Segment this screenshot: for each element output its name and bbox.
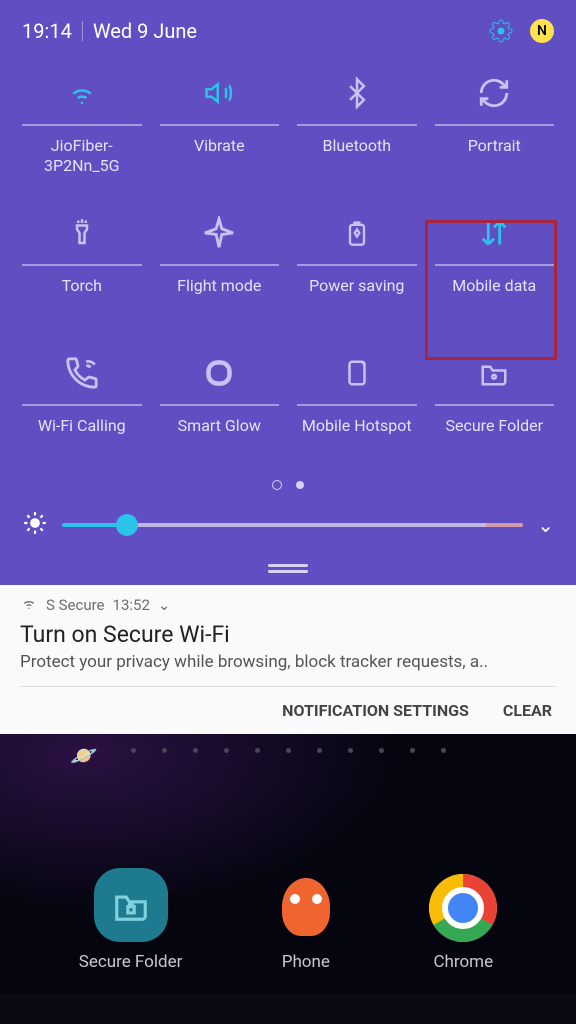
app-phone[interactable]: Phone — [276, 870, 336, 972]
tile-power-saving[interactable]: Power saving — [297, 212, 417, 316]
tile-label: JioFiber-3P2Nn_5G — [22, 136, 142, 176]
tile-smart-glow[interactable]: Smart Glow — [160, 352, 280, 456]
quick-tiles-grid: JioFiber-3P2Nn_5G Vibrate Bluetooth Port… — [22, 72, 554, 456]
settings-gear-icon[interactable] — [488, 18, 514, 44]
status-bar: 19:14 Wed 9 June N — [22, 18, 554, 44]
wifi-small-icon — [20, 595, 38, 615]
secure-folder-app-icon — [94, 868, 168, 942]
tile-label: Power saving — [309, 276, 404, 316]
tile-wifi-calling[interactable]: Wi-Fi Calling — [22, 352, 142, 456]
menu-badge[interactable]: N — [530, 19, 554, 43]
brightness-icon — [22, 510, 48, 540]
tile-flight-mode[interactable]: Flight mode — [160, 212, 280, 316]
panel-drag-handle[interactable] — [22, 558, 554, 575]
tile-label: Mobile data — [452, 276, 536, 316]
tile-secure-folder[interactable]: Secure Folder — [435, 352, 555, 456]
notification-header[interactable]: S Secure 13:52 ⌄ — [20, 595, 556, 615]
torch-icon — [67, 215, 97, 255]
page-indicator[interactable] — [22, 480, 554, 490]
tile-label: Torch — [62, 276, 102, 316]
status-separator — [82, 21, 83, 41]
app-label: Phone — [282, 952, 330, 972]
battery-icon — [343, 216, 371, 254]
notification-card[interactable]: S Secure 13:52 ⌄ Turn on Secure Wi-Fi Pr… — [0, 585, 576, 734]
tile-wifi[interactable]: JioFiber-3P2Nn_5G — [22, 72, 142, 176]
notification-time: 13:52 — [113, 596, 150, 614]
tile-portrait[interactable]: Portrait — [435, 72, 555, 176]
vibrate-icon — [201, 78, 237, 112]
phone-app-icon — [276, 870, 336, 942]
brightness-slider[interactable] — [62, 523, 523, 527]
notification-app-name: S Secure — [46, 596, 105, 614]
chrome-app-icon — [429, 874, 497, 942]
tile-label: Secure Folder — [445, 416, 543, 456]
tile-torch[interactable]: Torch — [22, 212, 142, 316]
tile-label: Wi-Fi Calling — [38, 416, 126, 456]
slider-thumb[interactable] — [116, 514, 138, 536]
app-label: Secure Folder — [79, 952, 183, 972]
home-screen: 🪐 Secure Folder Phone Chrome — [0, 734, 576, 994]
tile-mobile-data[interactable]: Mobile data — [435, 212, 555, 316]
tile-label: Bluetooth — [322, 136, 391, 176]
app-label: Chrome — [433, 952, 493, 972]
tile-mobile-hotspot[interactable]: Mobile Hotspot — [297, 352, 417, 456]
quick-settings-panel: 19:14 Wed 9 June N JioFiber-3P2Nn_5G Vib… — [0, 0, 576, 585]
chevron-down-icon[interactable]: ⌄ — [537, 513, 554, 537]
glow-icon — [201, 355, 237, 395]
chevron-down-icon[interactable]: ⌄ — [158, 596, 171, 614]
page-dot-active — [296, 481, 304, 489]
app-secure-folder[interactable]: Secure Folder — [79, 868, 183, 972]
secure-folder-icon — [477, 358, 511, 392]
planet-icon: 🪐 — [70, 744, 97, 769]
tile-bluetooth[interactable]: Bluetooth — [297, 72, 417, 176]
page-dot — [272, 480, 282, 490]
tile-label: Portrait — [468, 136, 521, 176]
bluetooth-icon — [342, 76, 372, 114]
airplane-icon — [202, 216, 236, 254]
tile-label: Vibrate — [194, 136, 245, 176]
clock: 19:14 — [22, 19, 72, 43]
tile-label: Smart Glow — [178, 416, 261, 456]
notification-actions: NOTIFICATION SETTINGS CLEAR — [20, 686, 556, 734]
hotspot-icon — [342, 356, 372, 394]
tile-label: Mobile Hotspot — [302, 416, 412, 456]
notification-title: Turn on Secure Wi-Fi — [20, 621, 556, 648]
brightness-row: ⌄ — [22, 510, 554, 540]
rotate-icon — [477, 76, 511, 114]
phone-wifi-icon — [65, 356, 99, 394]
wifi-icon — [64, 78, 100, 112]
date: Wed 9 June — [93, 19, 197, 43]
tile-label: Flight mode — [177, 276, 261, 316]
notification-settings-button[interactable]: NOTIFICATION SETTINGS — [282, 701, 469, 720]
clear-button[interactable]: CLEAR — [503, 701, 552, 720]
tile-vibrate[interactable]: Vibrate — [160, 72, 280, 176]
notification-body: Protect your privacy while browsing, blo… — [20, 652, 556, 672]
app-chrome[interactable]: Chrome — [429, 874, 497, 972]
data-arrows-icon — [477, 216, 511, 254]
